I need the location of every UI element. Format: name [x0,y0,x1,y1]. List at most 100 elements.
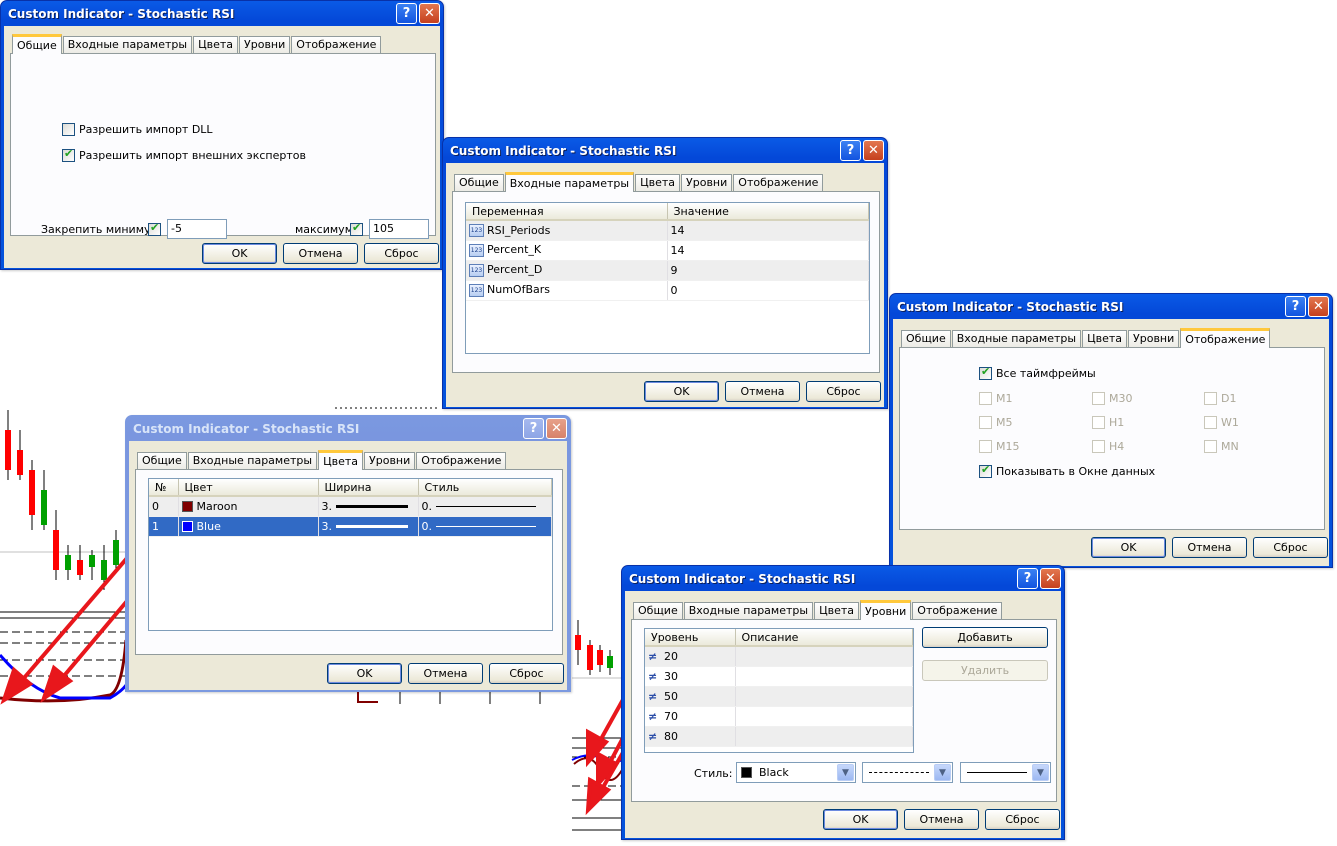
tf-checkbox[interactable] [1204,440,1217,453]
reset-button[interactable]: Сброс [806,381,881,402]
fix-min-input[interactable]: -5 [167,219,227,239]
fix-max-checkbox[interactable] [350,221,363,236]
param-value[interactable]: 0 [667,280,869,301]
ok-button[interactable]: OK [327,663,402,684]
chevron-down-icon[interactable]: ▼ [1032,764,1049,781]
close-button[interactable]: ✕ [546,418,567,439]
table-row[interactable]: ≠ 50 [645,686,913,707]
col-style[interactable]: Стиль [418,479,552,497]
table-row[interactable]: ≠ 30 [645,666,913,687]
cancel-button[interactable]: Отмена [725,381,800,402]
param-value[interactable]: 14 [667,240,869,261]
tab-general[interactable]: Общие [454,174,504,191]
titlebar[interactable]: Custom Indicator - Stochastic RSI ? ✕ [625,566,1061,591]
color-swatch[interactable] [181,521,193,532]
all-timeframes-checkbox[interactable] [979,365,992,380]
tab-inputs[interactable]: Входные параметры [504,172,635,192]
help-button[interactable]: ? [840,140,861,161]
col-variable[interactable]: Переменная [466,203,668,221]
ok-button[interactable]: OK [1091,537,1166,558]
ok-button[interactable]: OK [644,381,719,402]
table-row[interactable]: ≠ 20 [645,646,913,667]
param-value[interactable]: 9 [667,260,869,281]
add-level-button[interactable]: Добавить [922,627,1048,648]
line-width-select[interactable]: ▼ [960,762,1051,783]
width-line[interactable] [335,505,408,509]
titlebar[interactable]: Custom Indicator - Stochastic RSI ? ✕ [129,416,567,441]
table-row[interactable]: 1 Blue 3. 0. [149,516,552,537]
tab-colors[interactable]: Цвета [1082,330,1128,347]
tab-general[interactable]: Общие [901,330,951,347]
ok-button[interactable]: OK [823,809,898,830]
cancel-button[interactable]: Отмена [283,243,358,264]
style-line[interactable] [435,526,536,527]
tab-colors[interactable]: Цвета [635,174,681,191]
color-swatch[interactable] [181,501,193,513]
tab-colors[interactable]: Цвета [814,602,860,619]
tf-checkbox[interactable] [1204,392,1217,405]
col-width[interactable]: Ширина [318,479,419,497]
tab-display[interactable]: Отображение [733,174,824,191]
tab-levels[interactable]: Уровни [239,36,291,53]
param-value[interactable]: 14 [667,220,869,241]
col-level[interactable]: Уровень [645,629,736,647]
allow-dll-checkbox[interactable] [62,123,75,136]
tf-checkbox[interactable] [979,416,992,429]
close-button[interactable]: ✕ [863,140,884,161]
tf-checkbox[interactable] [1092,416,1105,429]
reset-button[interactable]: Сброс [985,809,1060,830]
tab-inputs[interactable]: Входные параметры [187,452,318,469]
reset-button[interactable]: Сброс [1253,537,1328,558]
chevron-down-icon[interactable]: ▼ [837,764,854,781]
tab-levels[interactable]: Уровни [364,452,416,469]
tf-checkbox[interactable] [979,392,992,405]
cancel-button[interactable]: Отмена [1172,537,1247,558]
titlebar[interactable]: Custom Indicator - Stochastic RSI ? ✕ [446,138,884,163]
col-index[interactable]: № [149,479,179,497]
style-line[interactable] [435,506,536,508]
close-button[interactable]: ✕ [1040,568,1061,589]
tab-display[interactable]: Отображение [291,36,382,53]
close-button[interactable]: ✕ [1308,296,1329,317]
reset-button[interactable]: Сброс [489,663,564,684]
col-value[interactable]: Значение [667,203,869,221]
show-data-window-checkbox[interactable] [979,463,992,478]
table-row[interactable]: 0 Maroon 3. 0. [149,496,552,517]
tab-display[interactable]: Отображение [912,602,1003,619]
table-row[interactable]: ≠ 70 [645,706,913,727]
width-line[interactable] [335,525,408,528]
cancel-button[interactable]: Отмена [408,663,483,684]
tab-general[interactable]: Общие [137,452,187,469]
chevron-down-icon[interactable]: ▼ [934,764,951,781]
titlebar[interactable]: Custom Indicator - Stochastic RSI ? ✕ [893,294,1329,319]
col-description[interactable]: Описание [735,629,913,647]
help-button[interactable]: ? [1017,568,1038,589]
tab-inputs[interactable]: Входные параметры [951,330,1082,347]
tf-checkbox[interactable] [1092,392,1105,405]
tab-levels[interactable]: Уровни [1128,330,1180,347]
tab-general[interactable]: Общие [633,602,683,619]
tab-inputs[interactable]: Входные параметры [683,602,814,619]
tab-display[interactable]: Отображение [1180,328,1271,348]
tab-levels[interactable]: Уровни [681,174,733,191]
fix-max-input[interactable]: 105 [369,219,429,239]
fix-min-checkbox[interactable] [148,221,161,236]
tf-checkbox[interactable] [1204,416,1217,429]
table-row[interactable]: 123 NumOfBars 0 [466,280,869,301]
help-button[interactable]: ? [1285,296,1306,317]
tab-inputs[interactable]: Входные параметры [62,36,193,53]
cancel-button[interactable]: Отмена [904,809,979,830]
allow-experts-checkbox[interactable] [62,147,75,162]
reset-button[interactable]: Сброс [364,243,439,264]
tab-display[interactable]: Отображение [416,452,507,469]
tf-checkbox[interactable] [1092,440,1105,453]
tab-colors[interactable]: Цвета [318,450,364,470]
tab-levels[interactable]: Уровни [860,600,912,620]
close-button[interactable]: ✕ [419,3,440,24]
tf-checkbox[interactable] [979,440,992,453]
help-button[interactable]: ? [523,418,544,439]
remove-level-button[interactable]: Удалить [922,660,1048,681]
titlebar[interactable]: Custom Indicator - Stochastic RSI ? ✕ [4,1,440,26]
help-button[interactable]: ? [396,3,417,24]
tab-general[interactable]: Общие [12,34,62,54]
